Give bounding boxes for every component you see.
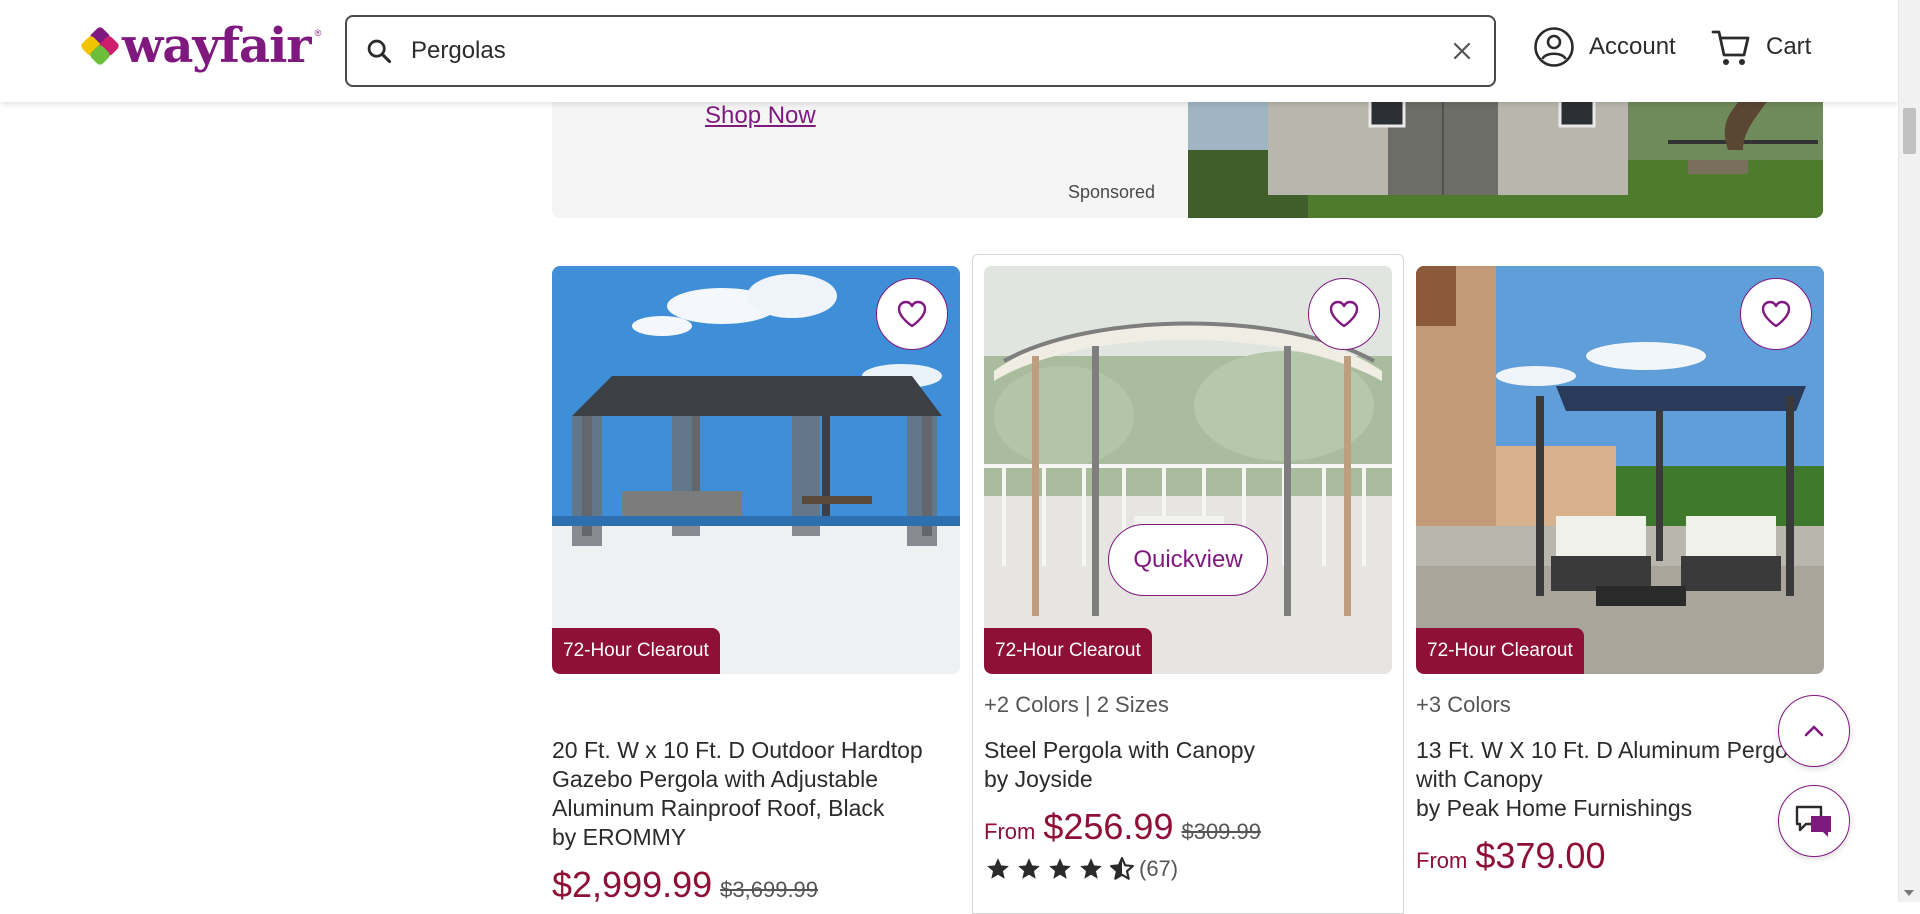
price-from-label: From	[1416, 848, 1468, 873]
shed-banner-image[interactable]	[1188, 90, 1823, 218]
original-price: $3,699.99	[720, 877, 819, 902]
search-icon[interactable]	[365, 37, 393, 65]
sale-price: $2,999.99	[552, 864, 713, 905]
original-price: $309.99	[1181, 819, 1261, 844]
product-name[interactable]: 20 Ft. W x 10 Ft. D Outdoor Hardtop Gaze…	[552, 737, 923, 821]
back-to-top-button[interactable]	[1778, 695, 1850, 767]
favorite-button[interactable]	[876, 278, 948, 350]
wayfair-logo[interactable]: wayfair ®	[79, 18, 322, 74]
star-full-icon	[1049, 858, 1071, 879]
product-brand: by Peak Home Furnishings	[1416, 795, 1693, 821]
clearout-badge: 72-Hour Clearout	[984, 628, 1152, 674]
product-brand: by Joyside	[984, 766, 1093, 792]
review-count: (67)	[1139, 856, 1179, 881]
star-full-icon	[987, 858, 1009, 879]
cart-link[interactable]: Cart	[1710, 26, 1811, 68]
cart-icon	[1711, 30, 1750, 65]
price-row: From $379.00	[1416, 835, 1824, 877]
clear-search-icon[interactable]	[1448, 37, 1476, 65]
product-title[interactable]: Steel Pergola with Canopy by Joyside	[984, 736, 1392, 794]
star-full-icon	[1018, 858, 1040, 879]
site-header: wayfair ® Account Cart	[0, 0, 1898, 102]
chat-icon	[1795, 805, 1831, 837]
scroll-down-arrow-icon[interactable]	[1904, 890, 1914, 896]
product-card[interactable]: Quickview 72-Hour Clearout +2 Colors | 2…	[984, 266, 1392, 882]
account-link[interactable]: Account	[1533, 26, 1676, 68]
logo-trademark: ®	[314, 28, 322, 38]
logo-text: wayfair	[122, 18, 312, 74]
account-label: Account	[1589, 33, 1676, 60]
cart-label: Cart	[1766, 33, 1812, 60]
product-image[interactable]: Quickview 72-Hour Clearout	[984, 266, 1392, 674]
product-name[interactable]: Steel Pergola with Canopy	[984, 737, 1255, 763]
shop-now-link[interactable]: Shop Now	[705, 102, 816, 130]
clearout-badge: 72-Hour Clearout	[552, 628, 720, 674]
chat-button[interactable]	[1778, 785, 1850, 857]
product-image[interactable]: 72-Hour Clearout	[1416, 266, 1824, 674]
product-variants	[552, 692, 960, 722]
chevron-up-icon	[1804, 725, 1824, 737]
search-input[interactable]	[409, 36, 1448, 66]
sale-price: $256.99	[1043, 806, 1174, 847]
product-title[interactable]: 13 Ft. W X 10 Ft. D Aluminum Pergola wit…	[1416, 736, 1824, 823]
heart-icon	[1329, 300, 1359, 328]
clearout-badge: 72-Hour Clearout	[1416, 628, 1584, 674]
favorite-button[interactable]	[1740, 278, 1812, 350]
heart-icon	[1761, 300, 1791, 328]
star-half-icon	[1110, 857, 1134, 880]
product-card[interactable]: 72-Hour Clearout +3 Colors 13 Ft. W X 10…	[1416, 266, 1824, 877]
heart-icon	[897, 300, 927, 328]
product-variants: +3 Colors	[1416, 692, 1511, 717]
product-brand: by EROMMY	[552, 824, 687, 850]
product-image[interactable]: 72-Hour Clearout	[552, 266, 960, 674]
page-scrollbar[interactable]	[1898, 0, 1920, 902]
scrollbar-thumb[interactable]	[1903, 108, 1916, 154]
product-name[interactable]: 13 Ft. W X 10 Ft. D Aluminum Pergola wit…	[1416, 737, 1806, 792]
search-bar	[345, 15, 1496, 87]
price-row: $2,999.99 $3,699.99	[552, 864, 960, 906]
star-rating[interactable]: (67)	[984, 856, 1392, 882]
quickview-button[interactable]: Quickview	[1108, 524, 1268, 596]
price-row: From $256.99 $309.99	[984, 806, 1392, 848]
favorite-button[interactable]	[1308, 278, 1380, 350]
product-title[interactable]: 20 Ft. W x 10 Ft. D Outdoor Hardtop Gaze…	[552, 736, 960, 852]
sale-price: $379.00	[1475, 835, 1606, 876]
star-full-icon	[1080, 858, 1102, 879]
product-variants: +2 Colors | 2 Sizes	[984, 692, 1169, 717]
sponsored-label: Sponsored	[1068, 182, 1156, 202]
sponsored-banner[interactable]: Shop Now Sponsored	[552, 90, 1823, 218]
logo-mark-icon	[79, 25, 121, 67]
price-from-label: From	[984, 819, 1036, 844]
account-icon	[1534, 27, 1574, 67]
product-card[interactable]: 72-Hour Clearout 20 Ft. W x 10 Ft. D Out…	[552, 266, 960, 906]
